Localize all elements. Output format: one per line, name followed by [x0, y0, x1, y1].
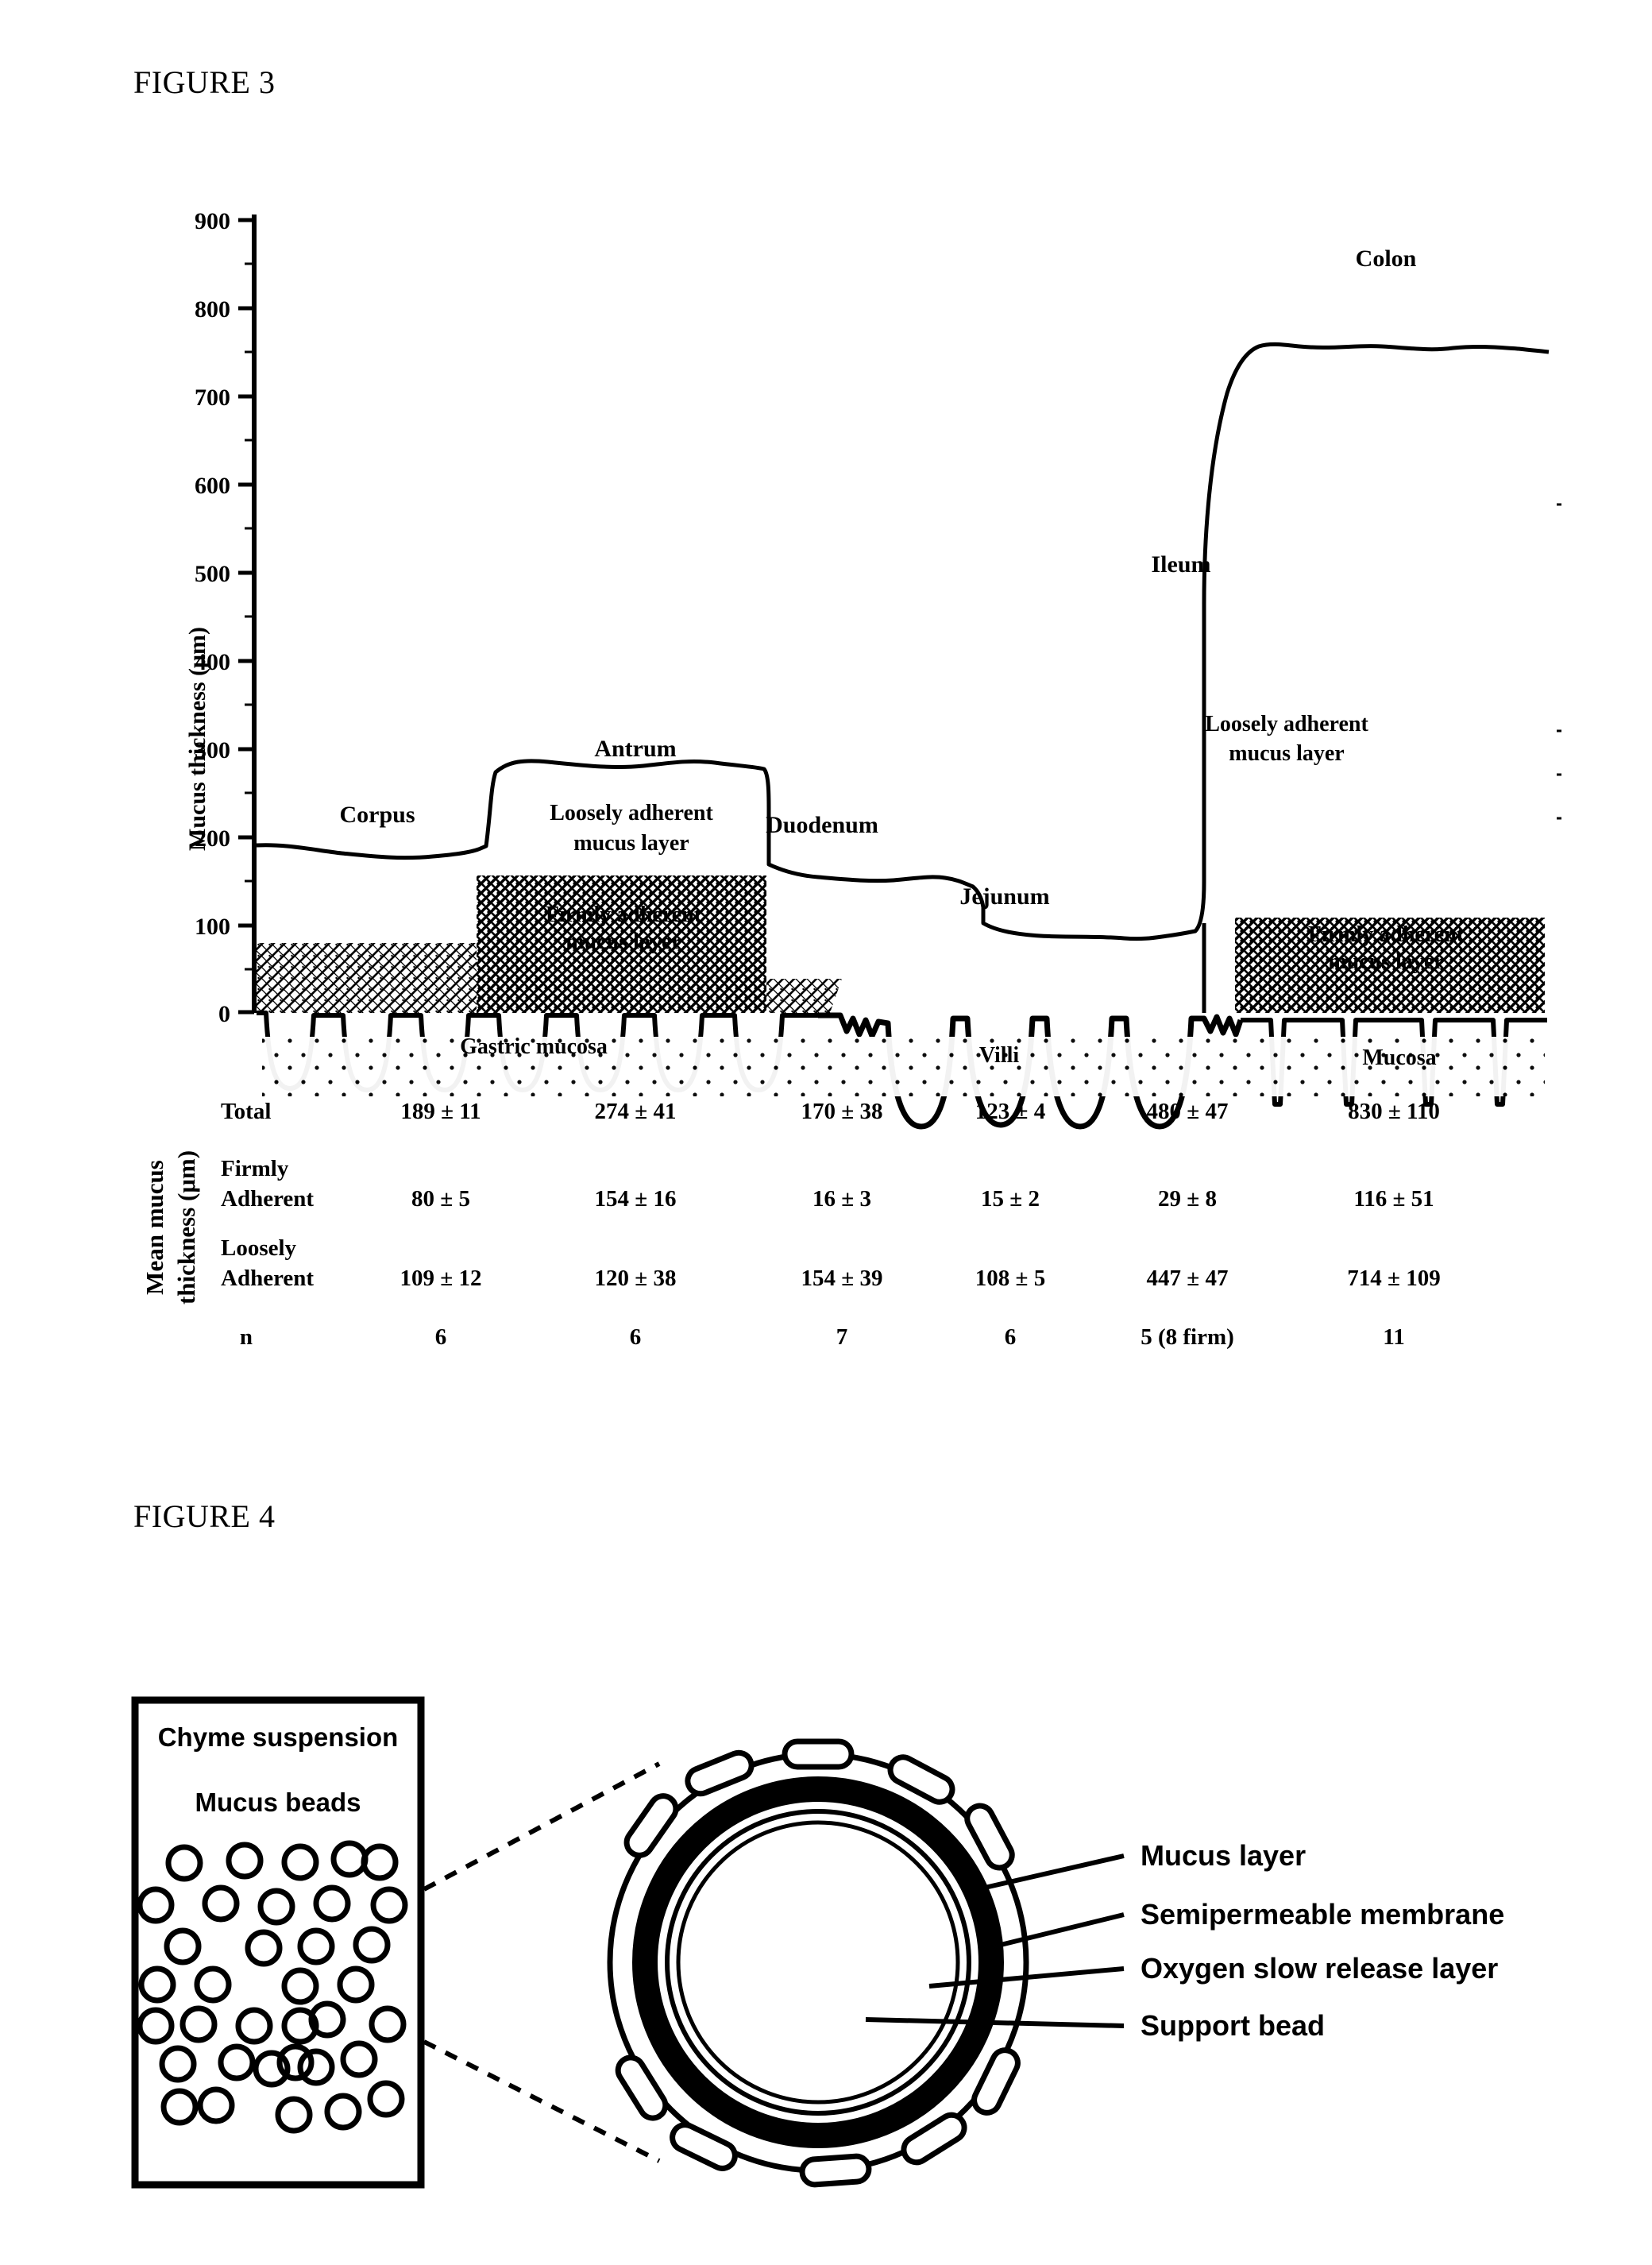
- figure-3-graphic: 900 800 700 600 500 400 300 200 100 0 Mu…: [141, 208, 1561, 1350]
- mucosa-label-mucosa: Mucosa: [1362, 1046, 1436, 1070]
- table-cell: 154 ± 16: [595, 1186, 677, 1212]
- table-cell: 80 ± 5: [411, 1186, 470, 1212]
- table-row: Loosely Adherent 109 ± 12 120 ± 38 154 ±…: [221, 1235, 1441, 1291]
- table-cell: 830 ± 110: [1348, 1099, 1440, 1124]
- y-axis-title: Mucus thickness (μm): [184, 627, 210, 851]
- y-tick-100: 100: [195, 914, 230, 940]
- right-margin-ticks: [1557, 503, 1561, 820]
- table-side-label-line2: thickness (μm): [172, 1150, 200, 1305]
- callout-mucus-layer: Mucus layer: [1141, 1839, 1306, 1872]
- region-label-ileum: Ileum: [1152, 551, 1211, 578]
- firmly-adherent-label-right-line1: Firmly adherent: [1308, 922, 1465, 947]
- mucosa-stipple: [262, 1037, 1545, 1096]
- loosely-adherent-label-right-line2: mucus layer: [1229, 741, 1344, 766]
- firmly-adherent-antrum-tail: [766, 979, 842, 1013]
- y-tick-600: 600: [195, 473, 230, 499]
- table-cell: 15 ± 2: [981, 1186, 1040, 1212]
- mucus-beads-label: Mucus beads: [195, 1788, 361, 1817]
- table-row-label: Total: [221, 1099, 271, 1124]
- region-label-corpus: Corpus: [339, 802, 415, 828]
- figure-4-graphic: Chyme suspension Mucus beads Mucus layer…: [131, 1696, 1504, 2189]
- region-label-colon: Colon: [1356, 245, 1417, 272]
- table-cell: 714 ± 109: [1347, 1266, 1440, 1291]
- firmly-adherent-corpus: [257, 943, 477, 1013]
- mucosa-label-gastric: Gastric mucosa: [460, 1034, 608, 1059]
- callout-support-bead: Support bead: [1141, 2009, 1325, 2042]
- table-row-label: Loosely: [221, 1235, 297, 1261]
- table-row: n 6 6 7 6 5 (8 firm) 11: [240, 1324, 1405, 1350]
- chyme-suspension-title: Chyme suspension: [158, 1722, 399, 1752]
- table-cell: 274 ± 41: [595, 1099, 677, 1124]
- table-cell: 116 ± 51: [1353, 1186, 1434, 1212]
- table-row-label-2: Adherent: [221, 1186, 314, 1212]
- firmly-adherent-label-left-line1: Firmly adherent: [546, 903, 702, 927]
- y-tick-900: 900: [195, 208, 230, 234]
- y-tick-0: 0: [218, 1001, 230, 1027]
- table-row: Firmly Adherent 80 ± 5 154 ± 16 16 ± 3 1…: [221, 1156, 1434, 1212]
- table-row-label: n: [240, 1324, 253, 1350]
- table-cell: 170 ± 38: [801, 1099, 883, 1124]
- mucus-thickness-table: Mean mucus thickness (μm) Total 189 ± 11…: [141, 1099, 1441, 1350]
- figure-4-caption: FIGURE 4: [133, 1498, 276, 1534]
- support-bead-core: [676, 1820, 960, 2105]
- firmly-adherent-label-left-line2: mucus layer: [565, 930, 681, 954]
- table-cell: 29 ± 8: [1158, 1186, 1217, 1212]
- region-label-antrum: Antrum: [594, 736, 676, 762]
- callout-semipermeable-membrane: Semipermeable membrane: [1141, 1898, 1504, 1931]
- bead-cross-section: [607, 1738, 1029, 2188]
- table-cell: 154 ± 39: [801, 1266, 883, 1291]
- table-cell: 11: [1383, 1324, 1404, 1350]
- mucus-thickness-profile: [256, 342, 1550, 941]
- table-cell: 120 ± 38: [595, 1266, 677, 1291]
- table-cell: 480 ± 47: [1147, 1099, 1229, 1124]
- table-cell: 189 ± 11: [400, 1099, 481, 1124]
- firmly-adherent-label-right-line2: mucus layer: [1328, 949, 1443, 974]
- y-tick-700: 700: [195, 385, 230, 411]
- table-cell: 108 ± 5: [975, 1266, 1045, 1291]
- region-label-duodenum: Duodenum: [766, 812, 878, 838]
- table-cell: 109 ± 12: [400, 1266, 482, 1291]
- table-cell: 5 (8 firm): [1141, 1324, 1234, 1350]
- table-row-label-2: Adherent: [221, 1266, 314, 1291]
- loosely-adherent-label-left-line1: Loosely adherent: [550, 801, 713, 825]
- table-side-label-line1: Mean mucus: [141, 1160, 168, 1295]
- figure-3: 900 800 700 600 500 400 300 200 100 0 Mu…: [0, 183, 1652, 1359]
- figure-3-caption: FIGURE 3: [133, 64, 276, 100]
- loosely-adherent-label-right-line1: Loosely adherent: [1205, 712, 1368, 736]
- table-cell: 16 ± 3: [812, 1186, 871, 1212]
- patent-figure-page: FIGURE 3 900 800 700 600 500 400 300 200…: [0, 0, 1652, 2265]
- table-cell: 447 ± 47: [1147, 1266, 1229, 1291]
- callout-oxygen-slow-release-layer: Oxygen slow release layer: [1141, 1952, 1498, 1985]
- figure-4: Chyme suspension Mucus beads Mucus layer…: [0, 1652, 1652, 2209]
- table-cell: 6: [1005, 1324, 1017, 1350]
- table-cell: 6: [435, 1324, 447, 1350]
- table-row-label: Firmly: [221, 1156, 289, 1181]
- mucosa-label-villi: Villi: [979, 1043, 1020, 1068]
- chyme-suspension-box: Chyme suspension Mucus beads: [131, 1696, 425, 2189]
- y-tick-500: 500: [195, 561, 230, 587]
- y-axis: [238, 215, 257, 1015]
- table-cell: 7: [836, 1324, 848, 1350]
- region-label-jejunum: Jejunum: [959, 883, 1049, 910]
- loosely-adherent-label-left-line2: mucus layer: [573, 831, 689, 856]
- table-cell: 123 ± 4: [975, 1099, 1045, 1124]
- y-tick-800: 800: [195, 296, 230, 323]
- table-cell: 6: [630, 1324, 642, 1350]
